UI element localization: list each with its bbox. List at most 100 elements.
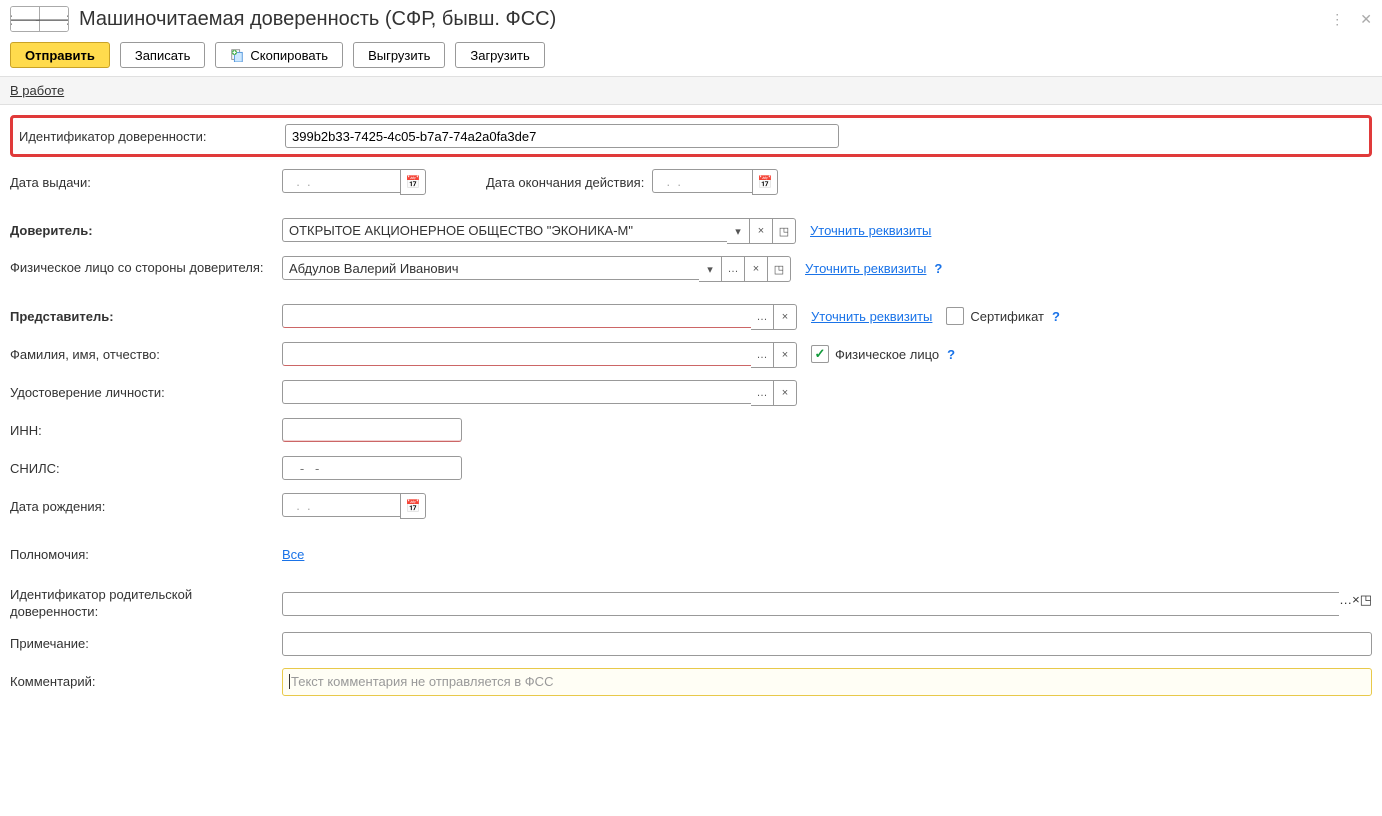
snils-row: СНИЛС: (10, 453, 1372, 483)
window-header: 🡐 🡒 Машиночитаемая доверенность (СФР, бы… (0, 0, 1382, 38)
birth-input[interactable] (282, 493, 400, 517)
calendar-icon[interactable]: 📅 (752, 169, 778, 195)
parent-id-label: Идентификатор родительской доверенности: (10, 587, 282, 621)
indiv-label: Физическое лицо (835, 347, 939, 362)
clear-icon[interactable]: × (750, 218, 773, 244)
birth-label: Дата рождения: (10, 499, 282, 514)
indiv-checkbox[interactable]: ✓ Физическое лицо (811, 345, 939, 363)
refine-link[interactable]: Уточнить реквизиты (810, 223, 931, 238)
parent-id-row: Идентификатор родительской доверенности:… (10, 587, 1372, 621)
principal-value[interactable]: ОТКРЫТОЕ АКЦИОНЕРНОЕ ОБЩЕСТВО "ЭКОНИКА-М… (282, 218, 727, 242)
open-icon[interactable]: ◳ (773, 218, 796, 244)
refine-link[interactable]: Уточнить реквизиты (811, 309, 932, 324)
cert-label: Сертификат (970, 309, 1044, 324)
rep-value[interactable] (282, 304, 751, 328)
snils-label: СНИЛС: (10, 461, 282, 476)
status-bar: В работе (0, 76, 1382, 105)
powers-link[interactable]: Все (282, 547, 304, 562)
ellipsis-icon[interactable]: … (1339, 592, 1352, 616)
form: Идентификатор доверенности: Дата выдачи:… (0, 105, 1382, 715)
note-input[interactable] (282, 632, 1372, 656)
copy-label: Скопировать (250, 48, 328, 63)
powers-row: Полномочия: Все (10, 539, 1372, 569)
issue-date-label: Дата выдачи: (10, 175, 282, 190)
clear-icon[interactable]: × (1352, 592, 1360, 616)
comment-row: Комментарий: Текст комментария не отправ… (10, 667, 1372, 697)
inn-row: ИНН: (10, 415, 1372, 445)
idcard-combo[interactable]: … × (282, 380, 797, 404)
note-row: Примечание: (10, 629, 1372, 659)
principal-person-value[interactable]: Абдулов Валерий Иванович (282, 256, 699, 280)
parent-id-combo[interactable]: … × ◳ (282, 592, 1372, 616)
id-input[interactable] (285, 124, 839, 148)
send-button[interactable]: Отправить (10, 42, 110, 68)
inn-input[interactable] (282, 418, 462, 442)
dates-row: Дата выдачи: 📅 Дата окончания действия: … (10, 167, 1372, 197)
checkbox-icon[interactable]: ✓ (811, 345, 829, 363)
page-title: Машиночитаемая доверенность (СФР, бывш. … (79, 8, 556, 31)
help-icon[interactable]: ? (934, 261, 942, 276)
comment-label: Комментарий: (10, 674, 282, 689)
copy-button[interactable]: Скопировать (215, 42, 343, 68)
end-date-field[interactable]: 📅 (652, 169, 778, 195)
export-button[interactable]: Выгрузить (353, 42, 445, 68)
idcard-row: Удостоверение личности: … × (10, 377, 1372, 407)
toolbar: Отправить Записать Скопировать Выгрузить… (0, 38, 1382, 76)
snils-input[interactable] (282, 456, 462, 480)
forward-button[interactable]: 🡒 (39, 7, 68, 31)
more-icon[interactable]: ⋮ (1330, 11, 1344, 28)
calendar-icon[interactable]: 📅 (400, 169, 426, 195)
rep-row: Представитель: … × Уточнить реквизиты Се… (10, 301, 1372, 331)
end-date-label: Дата окончания действия: (486, 175, 652, 190)
copy-icon (230, 48, 244, 62)
fio-label: Фамилия, имя, отчество: (10, 347, 282, 362)
fio-combo[interactable]: … × (282, 342, 797, 366)
idcard-label: Удостоверение личности: (10, 385, 282, 400)
comment-placeholder: Текст комментария не отправляется в ФСС (289, 674, 553, 689)
close-icon[interactable]: ✕ (1360, 11, 1372, 28)
principal-row: Доверитель: ОТКРЫТОЕ АКЦИОНЕРНОЕ ОБЩЕСТВ… (10, 215, 1372, 245)
issue-date-input[interactable] (282, 169, 400, 193)
clear-icon[interactable]: × (774, 342, 797, 368)
principal-person-label: Физическое лицо со стороны доверителя: (10, 260, 282, 277)
help-icon[interactable]: ? (1052, 309, 1060, 324)
open-icon[interactable]: ◳ (768, 256, 791, 282)
dropdown-icon[interactable]: ▾ (699, 256, 722, 282)
help-icon[interactable]: ? (947, 347, 955, 362)
powers-label: Полномочия: (10, 547, 282, 562)
clear-icon[interactable]: × (774, 380, 797, 406)
ellipsis-icon[interactable]: … (722, 256, 745, 282)
checkbox-icon[interactable] (946, 307, 964, 325)
nav-buttons: 🡐 🡒 (10, 6, 69, 32)
cert-checkbox[interactable]: Сертификат (946, 307, 1044, 325)
principal-person-combo[interactable]: Абдулов Валерий Иванович ▾ … × ◳ (282, 256, 791, 280)
end-date-input[interactable] (652, 169, 752, 193)
calendar-icon[interactable]: 📅 (400, 493, 426, 519)
ellipsis-icon[interactable]: … (751, 342, 774, 368)
principal-person-row: Физическое лицо со стороны доверителя: А… (10, 253, 1372, 283)
dropdown-icon[interactable]: ▾ (727, 218, 750, 244)
principal-combo[interactable]: ОТКРЫТОЕ АКЦИОНЕРНОЕ ОБЩЕСТВО "ЭКОНИКА-М… (282, 218, 796, 242)
idcard-value[interactable] (282, 380, 751, 404)
rep-label: Представитель: (10, 309, 282, 324)
rep-combo[interactable]: … × (282, 304, 797, 328)
clear-icon[interactable]: × (774, 304, 797, 330)
ellipsis-icon[interactable]: … (751, 380, 774, 406)
birth-date-field[interactable]: 📅 (282, 493, 426, 519)
ellipsis-icon[interactable]: … (751, 304, 774, 330)
save-button[interactable]: Записать (120, 42, 206, 68)
note-label: Примечание: (10, 636, 282, 651)
status-link[interactable]: В работе (10, 83, 64, 98)
principal-label: Доверитель: (10, 223, 282, 238)
birth-row: Дата рождения: 📅 (10, 491, 1372, 521)
open-icon[interactable]: ◳ (1360, 592, 1372, 616)
import-button[interactable]: Загрузить (455, 42, 544, 68)
refine-link[interactable]: Уточнить реквизиты (805, 261, 926, 276)
issue-date-field[interactable]: 📅 (282, 169, 426, 195)
id-label: Идентификатор доверенности: (19, 129, 285, 144)
clear-icon[interactable]: × (745, 256, 768, 282)
fio-value[interactable] (282, 342, 751, 366)
id-row-highlight: Идентификатор доверенности: (10, 115, 1372, 157)
parent-id-value[interactable] (282, 592, 1339, 616)
comment-input[interactable]: Текст комментария не отправляется в ФСС (282, 668, 1372, 696)
